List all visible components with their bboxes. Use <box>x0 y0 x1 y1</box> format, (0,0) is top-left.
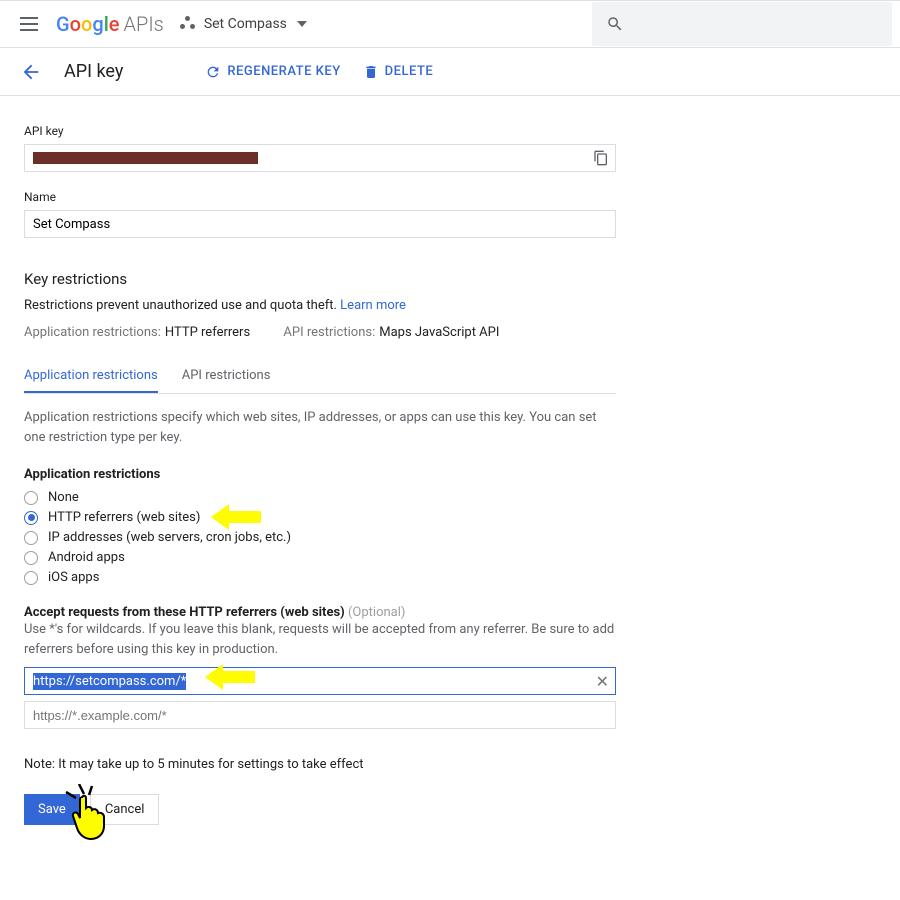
tab-api-restrictions[interactable]: API restrictions <box>182 360 271 393</box>
delete-button[interactable]: DELETE <box>363 64 434 80</box>
radio-android-apps[interactable]: Android apps <box>24 550 616 565</box>
page-title: API key <box>64 61 123 82</box>
top-bar: Google APIs Set Compass <box>0 0 900 48</box>
project-dots-icon <box>180 16 196 32</box>
project-selector[interactable]: Set Compass <box>180 16 307 32</box>
radio-icon <box>24 551 38 565</box>
app-restrictions-help: Application restrictions specify which w… <box>24 408 616 447</box>
annotation-arrow-icon <box>211 504 261 530</box>
radio-ip-addresses[interactable]: IP addresses (web servers, cron jobs, et… <box>24 530 616 545</box>
referrer-value: https://setcompass.com/* <box>33 673 186 690</box>
radio-icon <box>24 571 38 585</box>
google-apis-logo[interactable]: Google APIs <box>56 12 164 36</box>
search-input[interactable] <box>592 2 892 46</box>
learn-more-link[interactable]: Learn more <box>340 298 406 313</box>
accept-referrers-help: Use *'s for wildcards. If you leave this… <box>24 620 616 659</box>
apikey-field <box>24 144 616 172</box>
settings-note: Note: It may take up to 5 minutes for se… <box>24 757 616 772</box>
radio-ios-apps[interactable]: iOS apps <box>24 570 616 585</box>
referrer-new-input[interactable] <box>24 701 616 729</box>
refresh-icon <box>205 64 221 80</box>
trash-icon <box>363 64 379 80</box>
project-name: Set Compass <box>204 16 287 32</box>
chevron-down-icon <box>297 21 307 27</box>
hamburger-menu-icon[interactable] <box>20 12 44 36</box>
radio-icon <box>24 511 38 525</box>
name-label: Name <box>24 190 616 204</box>
radio-http-referrers[interactable]: HTTP referrers (web sites) <box>24 510 616 525</box>
accept-referrers-label: Accept requests from these HTTP referrer… <box>24 605 616 620</box>
radio-group-title: Application restrictions <box>24 467 616 482</box>
button-row: Save Cancel <box>24 794 616 825</box>
apikey-redacted <box>33 152 258 164</box>
cancel-button[interactable]: Cancel <box>90 794 160 825</box>
radio-icon <box>24 531 38 545</box>
delete-label: DELETE <box>385 64 434 79</box>
search-icon <box>606 15 624 33</box>
name-input[interactable] <box>24 210 616 238</box>
clear-icon[interactable]: ✕ <box>596 672 609 691</box>
copy-icon[interactable] <box>593 150 609 166</box>
restriction-tabs: Application restrictions API restriction… <box>24 360 616 394</box>
save-button[interactable]: Save <box>24 794 80 825</box>
regenerate-label: REGENERATE KEY <box>227 64 340 79</box>
back-arrow-icon[interactable] <box>20 61 42 83</box>
referrer-input[interactable]: https://setcompass.com/* ✕ <box>24 667 616 695</box>
radio-icon <box>24 491 38 505</box>
content-area: API key Name Key restrictions Restrictio… <box>0 96 640 853</box>
sub-bar: API key REGENERATE KEY DELETE <box>0 48 900 96</box>
radio-none[interactable]: None <box>24 490 616 505</box>
regenerate-key-button[interactable]: REGENERATE KEY <box>205 64 340 80</box>
restrictions-summary: Application restrictions:HTTP referrers … <box>24 325 616 340</box>
apikey-label: API key <box>24 124 616 138</box>
restrictions-title: Key restrictions <box>24 270 616 288</box>
tab-application-restrictions[interactable]: Application restrictions <box>24 360 158 393</box>
restrictions-desc: Restrictions prevent unauthorized use an… <box>24 298 616 313</box>
logo-apis-text: APIs <box>124 12 164 36</box>
annotation-arrow-icon <box>205 664 255 690</box>
